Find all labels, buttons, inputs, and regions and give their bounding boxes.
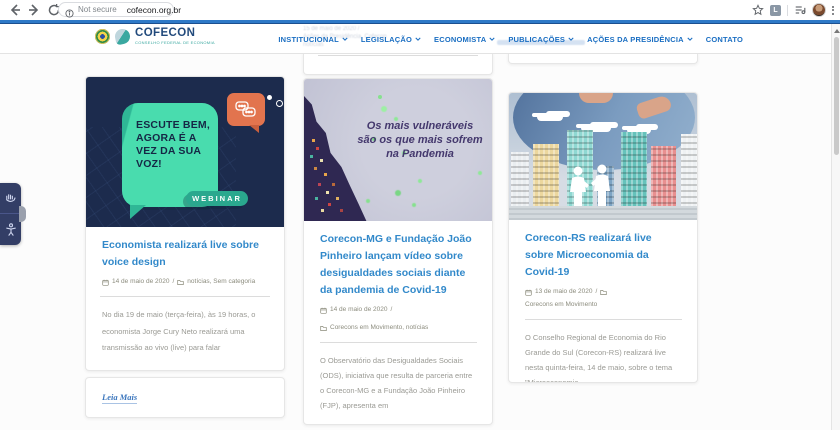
folder-icon — [177, 279, 184, 286]
post-meta: 13 de maio de 2020 / Corecons em Movimen… — [525, 287, 682, 310]
folder-icon — [320, 325, 327, 332]
nav-item-institucional[interactable]: INSTITUCIONAL — [278, 35, 348, 44]
chevron-down-icon — [687, 36, 693, 42]
toolbar-divider — [787, 5, 788, 16]
post-excerpt: O Conselho Regional de Economia do Rio G… — [525, 330, 682, 383]
meta-separator: / — [172, 277, 174, 287]
post-date: 14 de maio de 2020 — [112, 277, 169, 287]
chevron-down-icon — [342, 36, 348, 42]
nav-item-publicacoes[interactable]: PUBLICAÇÕES — [508, 35, 574, 44]
post-card-1: ESCUTE BEM, AGORA É A VEZ DA SUA VOZ! WE… — [85, 76, 285, 371]
cloud-graphic — [537, 113, 563, 121]
not-secure-icon[interactable] — [65, 5, 74, 14]
accessibility-widget — [0, 183, 21, 245]
accessibility-person-button[interactable] — [0, 213, 21, 244]
chrome-menu-icon[interactable] — [832, 6, 834, 15]
logo-subtitle: CONSELHO FEDERAL DE ECONOMIA — [135, 41, 215, 45]
bookmark-star-icon[interactable] — [752, 4, 764, 16]
decor-ring — [276, 100, 283, 107]
meta-separator: / — [390, 305, 392, 315]
site-logo[interactable]: COFECON CONSELHO FEDERAL DE ECONOMIA — [95, 28, 215, 45]
post-title[interactable]: Economista realizará live sobre voice de… — [102, 237, 269, 271]
post-date: 13 de maio de 2020 — [535, 287, 592, 297]
forward-button[interactable] — [27, 3, 41, 17]
nav-item-legislacao[interactable]: LEGISLAÇÃO — [361, 35, 421, 44]
main-navigation: INSTITUCIONAL LEGISLAÇÃO ECONOMISTA PUBL… — [278, 24, 743, 54]
post-date: 14 de maio de 2020 — [330, 305, 387, 315]
cofecon-leaf-icon — [114, 28, 132, 46]
post-card-3: Corecon-RS realizará live sobre Microeco… — [508, 92, 698, 383]
paper-figure-graphic — [567, 166, 589, 208]
image-headline: ESCUTE BEM, AGORA É A VEZ DA SUA VOZ! — [136, 119, 216, 171]
post-card-2: Os mais vulneráveis são os que mais sofr… — [303, 78, 493, 425]
chevron-down-icon — [415, 36, 421, 42]
paper-building — [533, 144, 559, 210]
decor-dot — [267, 95, 272, 100]
meta-separator: / — [595, 287, 597, 297]
brazil-coat-of-arms-icon — [95, 29, 110, 44]
toolbar-right: L — [752, 0, 834, 20]
decor-pixels — [312, 139, 315, 142]
chat-bubbles-icon — [227, 93, 265, 126]
back-button[interactable] — [8, 3, 22, 17]
paper-figure-graphic — [591, 164, 613, 208]
widget-handle[interactable] — [19, 206, 26, 222]
nav-item-economista[interactable]: ECONOMISTA — [434, 35, 495, 44]
post-categories[interactable]: Corecons em Movimento — [525, 300, 597, 310]
extension-icon[interactable]: L — [770, 5, 781, 16]
calendar-icon — [320, 307, 327, 314]
post-title[interactable]: Corecon-RS realizará live sobre Microeco… — [525, 230, 682, 281]
profile-avatar[interactable] — [812, 3, 826, 17]
nav-item-acoes-da-presidencia[interactable]: AÇÕES DA PRESIDÊNCIA — [587, 35, 693, 44]
paper-building — [651, 146, 676, 210]
nav-item-contato[interactable]: CONTATO — [706, 35, 743, 44]
paper-building — [681, 134, 697, 210]
chevron-down-icon — [489, 36, 495, 42]
post-3-featured-image[interactable] — [509, 93, 697, 220]
post-categories[interactable]: Corecons em Movimento, notícias — [330, 323, 428, 333]
reading-list-icon[interactable] — [794, 4, 806, 16]
table-surface-graphic — [509, 206, 697, 220]
paper-building — [511, 152, 529, 210]
webinar-badge: WEBINAR — [186, 191, 248, 206]
url-text[interactable]: cofecon.org.br — [127, 5, 181, 15]
post-title[interactable]: Corecon-MG e Fundação João Pinheiro lanç… — [320, 231, 477, 299]
security-label: Not secure — [78, 5, 117, 14]
scrollbar-thumb[interactable] — [834, 37, 839, 155]
read-more-link[interactable]: Leia Mais — [102, 392, 137, 404]
person-neck-graphic — [579, 93, 613, 103]
folder-icon — [600, 289, 607, 296]
post-excerpt: No dia 19 de maio (terça-feira), às 19 h… — [102, 307, 269, 357]
scrollbar-up-arrow[interactable] — [833, 26, 840, 35]
address-bar[interactable]: Not secure cofecon.org.br — [58, 2, 174, 17]
post-1-featured-image[interactable]: ESCUTE BEM, AGORA É A VEZ DA SUA VOZ! WE… — [86, 77, 284, 227]
page-scrollbar[interactable] — [831, 24, 840, 430]
post-meta: 14 de maio de 2020 / Corecons em Movimen… — [320, 305, 477, 333]
calendar-icon — [102, 279, 109, 286]
post-excerpt: O Observatório das Desigualdades Sociais… — [320, 353, 477, 413]
post-categories[interactable]: notícias, Sem categoria — [187, 277, 255, 287]
paper-building — [621, 132, 647, 210]
post-2-featured-image[interactable]: Os mais vulneráveis são os que mais sofr… — [304, 79, 492, 221]
chevron-down-icon — [568, 36, 574, 42]
browser-window: Not secure cofecon.org.br L — [0, 0, 840, 430]
partial-card-middle — [303, 53, 493, 75]
libras-hands-button[interactable] — [0, 183, 21, 213]
virus-dots-graphic — [378, 95, 382, 99]
image-caption: Os mais vulneráveis são os que mais sofr… — [356, 119, 484, 161]
post-meta: 14 de maio de 2020 / notícias, Sem categ… — [102, 277, 269, 287]
logo-title: COFECON — [135, 28, 215, 40]
site-header: 15 de maio de 2020 / Ações da Presidênci… — [0, 24, 831, 54]
browser-toolbar: Not secure cofecon.org.br L — [0, 0, 840, 20]
calendar-icon — [525, 289, 532, 296]
partial-card-left: Leia Mais — [85, 377, 285, 418]
partial-card-right — [508, 53, 698, 64]
